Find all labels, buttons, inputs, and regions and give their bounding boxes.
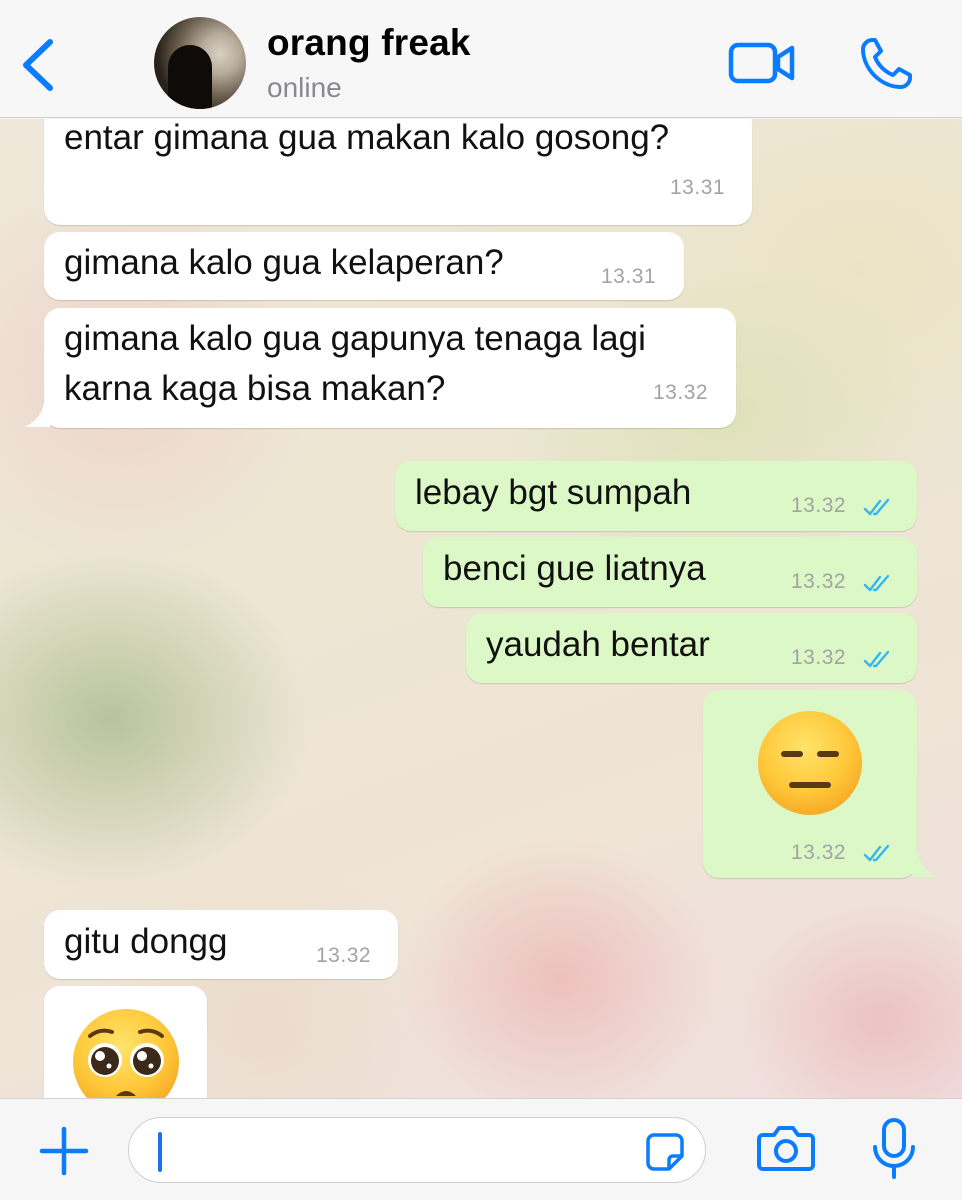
message-time: 13.31 [601,265,657,288]
double-check-icon [863,498,890,516]
sticker-icon[interactable] [645,1132,685,1172]
message-incoming-emoji[interactable] [44,986,207,1098]
chevron-left-icon[interactable] [18,36,58,94]
bubble-tail [912,853,938,877]
message-time: 13.32 [791,646,847,669]
message-text: yaudah bentar [486,625,710,664]
contact-status: online [267,72,342,103]
message-text: gimana kalo gua kelaperan? [64,243,504,282]
message-outgoing-emoji[interactable]: 13.32 [703,690,917,878]
message-incoming[interactable]: gitu dongg 13.32 [44,910,398,979]
pleading-face-icon [73,1009,179,1098]
message-time: 13.32 [791,841,847,864]
chat-area[interactable]: entar gimana gua makan kalo gosong? 13.3… [0,119,962,1098]
text-caret [158,1132,162,1172]
double-check-icon [863,650,890,668]
bubble-tail [24,403,50,427]
message-composer [0,1098,962,1200]
double-check-icon [863,574,890,592]
microphone-icon[interactable] [870,1117,918,1181]
message-input-box[interactable] [128,1117,706,1183]
message-time: 13.32 [316,944,372,967]
message-incoming[interactable]: gimana kalo gua gapunya tenaga lagi karn… [44,308,736,428]
message-time: 13.31 [670,176,726,199]
message-text: entar gimana gua makan kalo gosong? [64,119,670,157]
message-text: lebay bgt sumpah [415,473,692,512]
camera-icon[interactable] [757,1123,815,1173]
plus-icon[interactable] [36,1123,92,1179]
phone-icon[interactable] [858,36,914,92]
message-input[interactable] [129,1118,705,1182]
message-outgoing[interactable]: lebay bgt sumpah 13.32 [395,461,917,531]
message-incoming[interactable]: entar gimana gua makan kalo gosong? 13.3… [44,119,752,225]
message-time: 13.32 [653,381,709,404]
double-check-icon [863,844,890,862]
message-text: benci gue liatnya [443,549,706,588]
message-outgoing[interactable]: benci gue liatnya 13.32 [423,537,917,607]
message-time: 13.32 [791,494,847,517]
message-outgoing[interactable]: yaudah bentar 13.32 [466,613,917,683]
message-text: gimana kalo gua gapunya tenaga lagi [64,319,646,358]
contact-avatar[interactable] [154,17,246,109]
message-text: gitu dongg [64,922,228,961]
video-camera-icon[interactable] [728,40,796,86]
contact-name[interactable]: orang freak [267,22,471,64]
message-text: karna kaga bisa makan? [64,369,446,408]
chat-header: orang freak online [0,0,962,118]
message-incoming[interactable]: gimana kalo gua kelaperan? 13.31 [44,232,684,300]
message-time: 13.32 [791,570,847,593]
expressionless-face-icon [758,711,862,815]
